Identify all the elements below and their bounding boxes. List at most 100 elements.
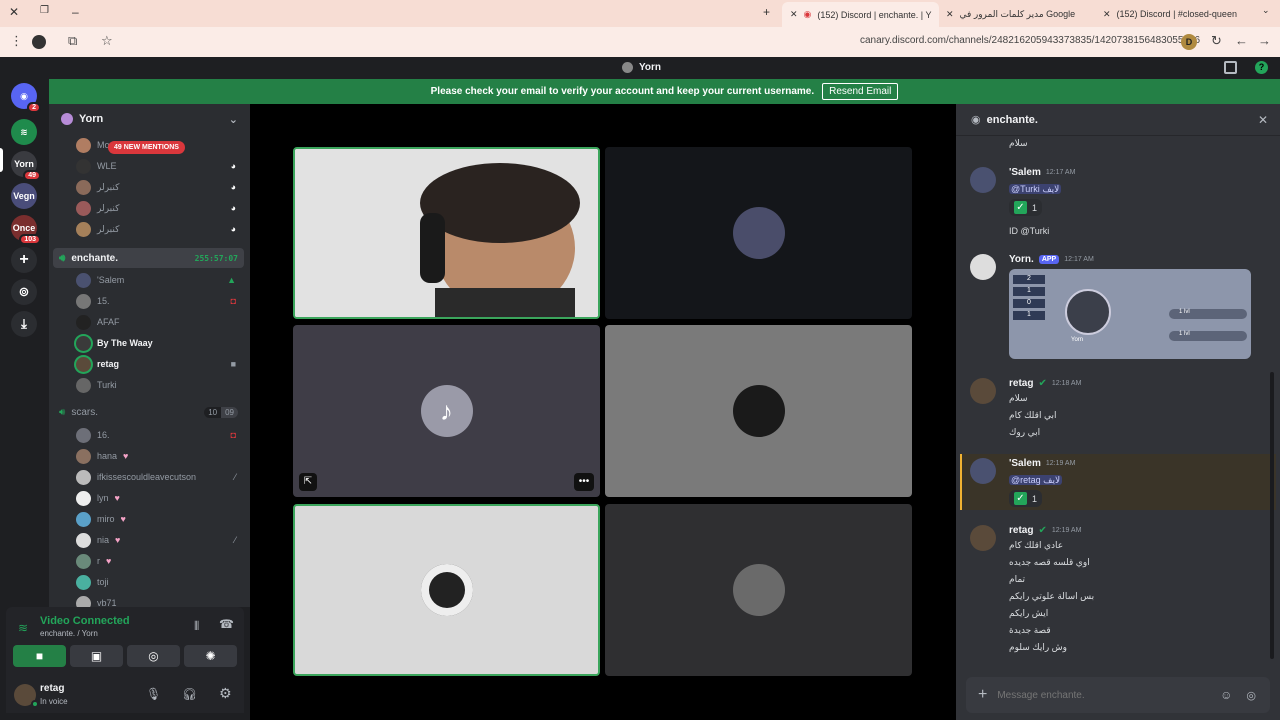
- voice-member[interactable]: r ♥: [76, 551, 244, 571]
- video-tile-camera[interactable]: [293, 147, 600, 319]
- video-tile-user[interactable]: ♪ ⇱ •••: [293, 325, 600, 497]
- new-tab-icon[interactable]: +: [763, 5, 770, 19]
- message-input[interactable]: [997, 689, 1198, 701]
- server-icon-once[interactable]: Once 103: [11, 215, 41, 245]
- profile-card-image[interactable]: 2 1 0 1 Yorn 1 lvl 1 lvl: [1009, 269, 1251, 359]
- puzzle-icon[interactable]: ⧉: [68, 33, 77, 49]
- signal-icon[interactable]: ≋: [18, 621, 28, 635]
- message-author[interactable]: 'Salem: [1009, 458, 1041, 469]
- browser-tab-2[interactable]: ✕ مدير كلمات المرور في Google: [946, 4, 1096, 24]
- message-author[interactable]: retag: [1009, 525, 1033, 536]
- voice-member[interactable]: كنبرلر ◕: [76, 219, 244, 239]
- menu-dots-icon[interactable]: ⋮: [10, 33, 23, 49]
- soundboard-button[interactable]: ✺: [184, 645, 237, 667]
- member-name: retag: [97, 359, 120, 369]
- video-tile-user[interactable]: [605, 325, 912, 497]
- video-tile-user[interactable]: [293, 504, 600, 676]
- url-field[interactable]: canary.discord.com/channels/248216205943…: [860, 35, 1200, 46]
- voice-location[interactable]: enchante. / Yorn: [40, 629, 98, 638]
- resend-email-button[interactable]: Resend Email: [822, 83, 899, 100]
- settings-gear-icon[interactable]: ⚙: [219, 685, 232, 702]
- message-author[interactable]: Yorn.: [1009, 254, 1034, 265]
- stat-value: 2: [1013, 275, 1045, 284]
- voice-member[interactable]: 15. ◘: [76, 291, 244, 311]
- close-window-icon[interactable]: ✕: [9, 5, 19, 19]
- voice-member[interactable]: vb71: [76, 593, 244, 607]
- browser-tab-3[interactable]: ✕ (152) Discord | #closed-queen: [1103, 4, 1253, 24]
- noise-suppression-icon[interactable]: ⦀: [194, 619, 199, 634]
- headphones-icon[interactable]: 🎧︎: [182, 687, 197, 701]
- voice-member[interactable]: retag ■: [76, 354, 244, 374]
- message-author[interactable]: 'Salem: [1009, 167, 1041, 178]
- deafened-icon: ◘: [230, 296, 236, 306]
- minimize-window-icon[interactable]: –: [72, 5, 79, 19]
- new-mentions-badge[interactable]: 49 NEW MENTIONS: [108, 141, 185, 154]
- voice-member[interactable]: كنبرلر ◕: [76, 177, 244, 197]
- direct-messages-button[interactable]: ◉ 2: [11, 83, 41, 113]
- voice-channel-enchante[interactable]: 🔊︎ enchante. 255:57:07: [53, 248, 244, 268]
- server-header[interactable]: Yorn ⌄: [49, 104, 250, 134]
- voice-status[interactable]: Video Connected: [40, 615, 130, 627]
- voice-member[interactable]: ifkissescouldleavecutson ⁄: [76, 467, 244, 487]
- pop-out-icon[interactable]: ⇱: [299, 473, 317, 491]
- close-tab-icon[interactable]: ✕: [946, 9, 954, 20]
- avatar[interactable]: [970, 254, 996, 280]
- mention[interactable]: @retag لايف: [1009, 475, 1063, 485]
- voice-member[interactable]: hana ♥: [76, 446, 244, 466]
- avatar[interactable]: [970, 167, 996, 193]
- browser-tab-1[interactable]: ✕ ◉ (152) Discord | enchante. | Y: [782, 2, 939, 27]
- username[interactable]: retag: [40, 683, 64, 694]
- video-button[interactable]: ■: [13, 645, 66, 667]
- download-icon[interactable]: ⤓: [11, 311, 37, 337]
- emoji-icon[interactable]: ☺: [1220, 688, 1232, 702]
- voice-member[interactable]: miro ♥: [76, 509, 244, 529]
- close-tab-icon[interactable]: ✕: [1103, 9, 1111, 20]
- voice-channel-scars[interactable]: 🔊︎ scars. 10 09: [53, 403, 244, 421]
- gamepad-icon[interactable]: ◎: [1246, 689, 1256, 702]
- more-options-icon[interactable]: •••: [574, 473, 594, 491]
- server-icon[interactable]: ≋: [11, 119, 37, 145]
- activities-button[interactable]: ◎: [127, 645, 180, 667]
- voice-member[interactable]: nia ♥ ⁄: [76, 530, 244, 550]
- server-icon-vegn[interactable]: Vegn: [11, 183, 37, 209]
- add-attachment-icon[interactable]: +: [978, 686, 987, 704]
- profile-avatar[interactable]: D: [1181, 34, 1197, 50]
- voice-member[interactable]: lyn ♥: [76, 488, 244, 508]
- video-tile-user[interactable]: [605, 504, 912, 676]
- discover-icon[interactable]: ⊚: [11, 279, 37, 305]
- close-tab-icon[interactable]: ✕: [790, 9, 798, 20]
- voice-member[interactable]: Turki: [76, 375, 244, 395]
- video-tile-user[interactable]: [605, 147, 912, 319]
- server-icon-yorn[interactable]: Yorn 49: [11, 151, 41, 181]
- voice-member[interactable]: AFAF: [76, 312, 244, 332]
- reload-icon[interactable]: ↻: [1211, 33, 1222, 49]
- voice-member[interactable]: 'Salem ▲: [76, 270, 244, 290]
- avatar[interactable]: [970, 458, 996, 484]
- inbox-icon[interactable]: [1224, 61, 1237, 74]
- avatar[interactable]: [970, 525, 996, 551]
- reaction-checkmark[interactable]: ✓ 1: [1009, 490, 1043, 507]
- forward-icon[interactable]: →: [1258, 33, 1271, 48]
- reaction-checkmark[interactable]: ✓ 1: [1009, 199, 1043, 216]
- voice-member[interactable]: 16. ◘: [76, 425, 244, 445]
- back-icon[interactable]: ←: [1235, 33, 1248, 48]
- microphone-icon[interactable]: 🎙︎: [146, 687, 161, 701]
- bookmark-star-icon[interactable]: ☆: [101, 33, 113, 49]
- message-author[interactable]: retag: [1009, 378, 1033, 389]
- add-server-icon[interactable]: +: [11, 247, 37, 273]
- voice-member[interactable]: WLE ◕: [76, 156, 244, 176]
- help-icon[interactable]: ?: [1255, 61, 1268, 74]
- screen-share-button[interactable]: ▣: [70, 645, 123, 667]
- extension-icon[interactable]: [32, 35, 46, 49]
- voice-member[interactable]: كنبرلر ◕: [76, 198, 244, 218]
- avatar[interactable]: [970, 378, 996, 404]
- tab-list-icon[interactable]: ⌄: [1262, 5, 1270, 16]
- chat-scrollbar[interactable]: [1270, 372, 1274, 659]
- disconnect-icon[interactable]: ☎: [219, 617, 234, 631]
- restore-window-icon[interactable]: ❐: [40, 5, 49, 16]
- avatar: [76, 356, 91, 372]
- voice-member[interactable]: By The Waay: [76, 333, 244, 353]
- voice-member[interactable]: toji: [76, 572, 244, 592]
- mention[interactable]: @Turki لايف: [1009, 184, 1062, 194]
- close-chat-icon[interactable]: ✕: [1258, 113, 1268, 127]
